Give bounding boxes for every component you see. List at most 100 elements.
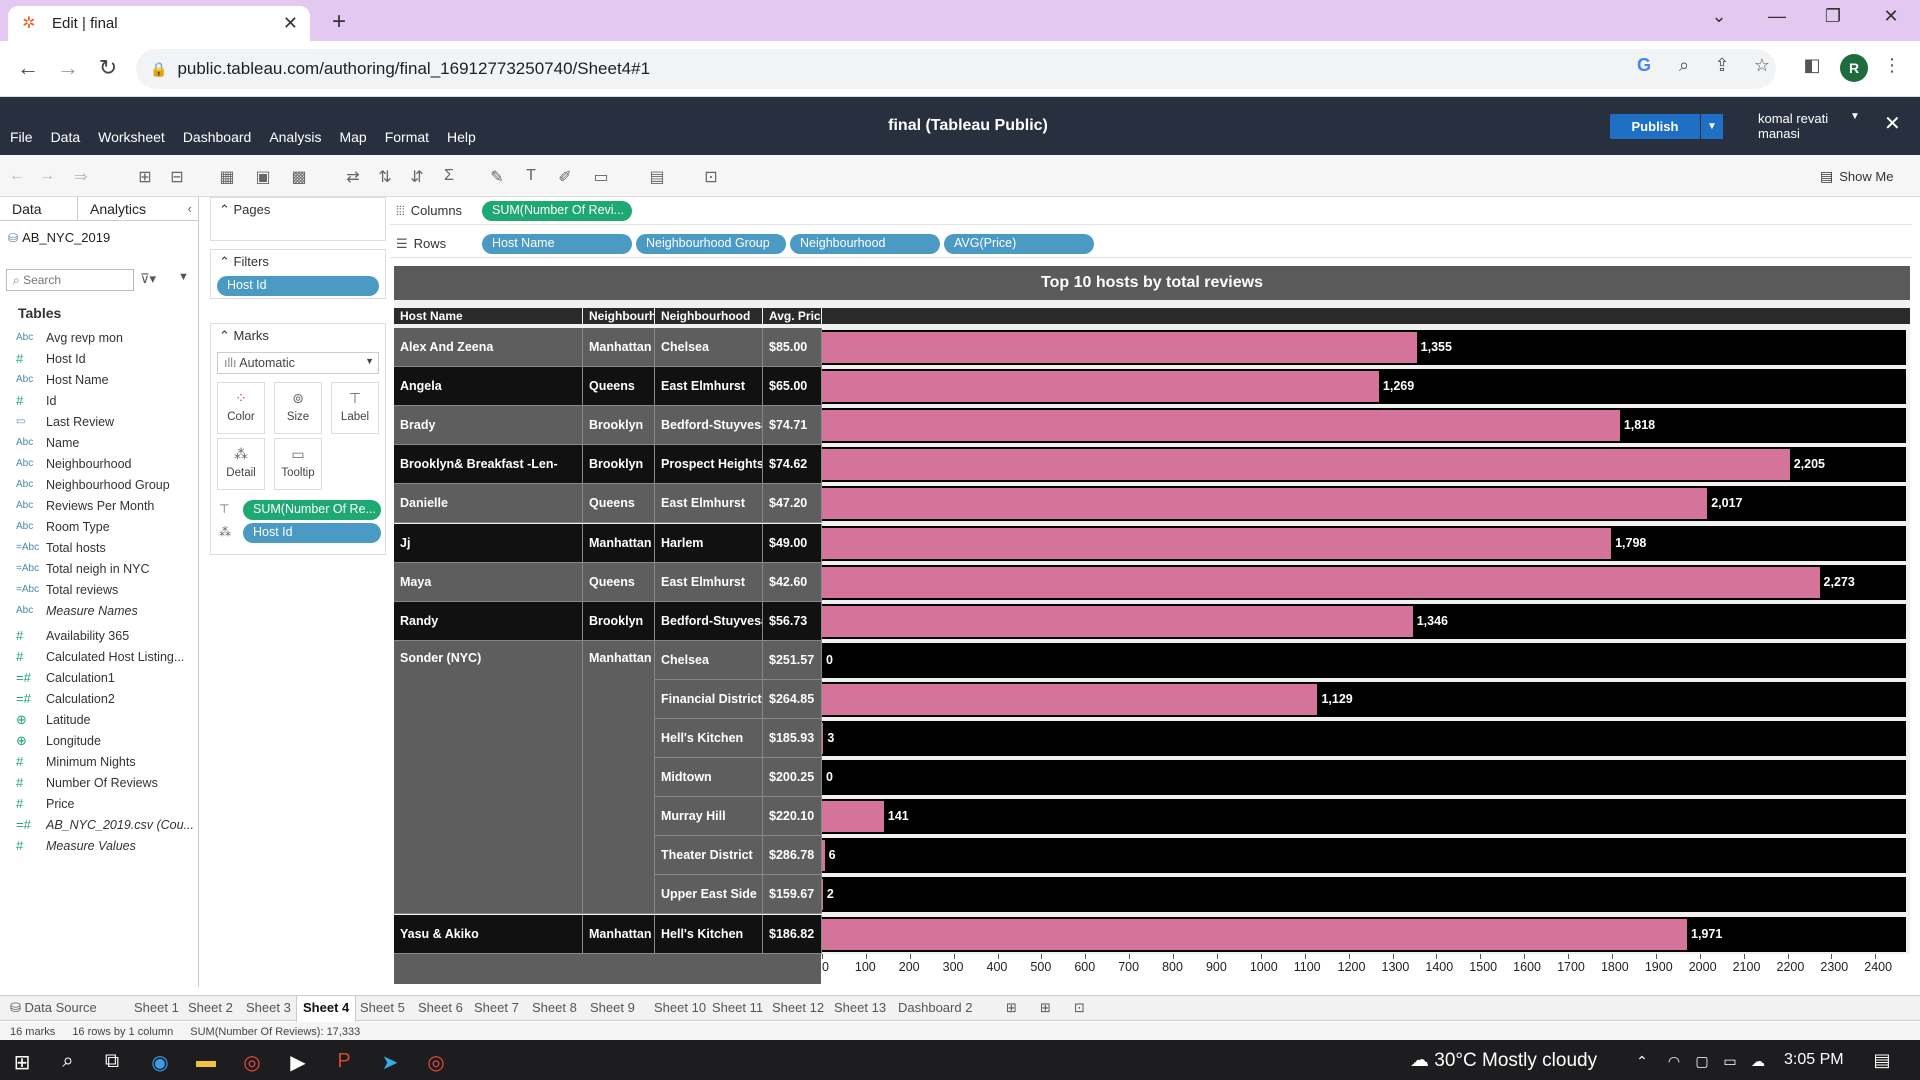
sheet-tab[interactable]: Sheet 1 [134,1000,179,1015]
powerpoint-icon[interactable]: P [330,1050,358,1073]
field-item[interactable]: =Abc Total hosts [16,537,196,558]
filter-pill-host-id[interactable]: Host Id [217,276,379,296]
mark-type-select[interactable]: ıllı Automatic ▼ [217,352,379,374]
sheet-tab[interactable]: Sheet 4 [296,996,357,1022]
format-icon[interactable]: ✐ [554,167,576,187]
field-item[interactable]: =Abc Total reviews [16,579,196,600]
minimize-icon[interactable]: — [1762,6,1792,27]
field-item[interactable]: Abc Neighbourhood [16,453,196,474]
neighbourhood-group-cell[interactable]: Queens [583,562,655,602]
neighbourhood-cell[interactable]: Bedford-Stuyvesant [655,601,763,641]
neighbourhood-cell[interactable]: Chelsea [655,328,763,368]
bar-mark[interactable] [822,723,824,755]
neighbourhood-cell[interactable]: Harlem [655,523,763,563]
field-item[interactable]: =# AB_NYC_2019.csv (Cou... [16,814,196,835]
presentation-icon[interactable]: ⊡ [700,167,722,187]
avg-price-cell[interactable]: $251.57 [763,640,822,680]
neighbourhood-group-cell[interactable]: Queens [583,367,655,407]
bar-mark[interactable] [822,918,1687,950]
highlight-icon[interactable]: ✎ [486,167,508,187]
taskbar-search-icon[interactable]: ⌕ [54,1050,82,1073]
neighbourhood-group-cell[interactable]: Brooklyn [583,406,655,446]
bookmark-star-icon[interactable]: ☆ [1750,55,1774,76]
reload-icon[interactable]: ↻ [94,55,122,81]
rows-shelf[interactable]: ☰ Rows Host Name Neighbourhood Group Neig… [390,230,1912,258]
sidepanel-icon[interactable]: ◧ [1800,55,1824,76]
sheet-tab[interactable]: Sheet 5 [360,1000,405,1015]
tab-search-icon[interactable]: ⌄ [1704,6,1734,27]
collapse-pane-icon[interactable]: ‹ [188,201,192,216]
avg-price-cell[interactable]: $85.00 [763,328,822,368]
bar-mark[interactable] [822,410,1620,442]
task-view-icon[interactable]: ⧉ [98,1050,126,1073]
neighbourhood-group-cell[interactable]: Queens [583,484,655,524]
back-icon[interactable]: ← [14,55,42,81]
browser-menu-icon[interactable]: ⋮ [1880,55,1904,76]
bar-mark[interactable] [822,605,1413,637]
undo-icon[interactable]: ← [6,167,28,185]
telegram-icon[interactable]: ➤ [376,1050,404,1075]
header-avg-price[interactable]: Avg. Price [763,308,821,324]
redo-icon[interactable]: → [36,167,58,185]
filter-fields-icon[interactable]: ⊽▾ [140,271,156,287]
field-item[interactable]: # Availability 365 [16,625,196,646]
mark-pill-sum-reviews[interactable]: SUM(Number Of Re... [243,500,381,520]
bar-mark[interactable] [822,801,884,833]
totals-icon[interactable]: Σ [438,167,460,185]
field-item[interactable]: Abc Room Type [16,516,196,537]
data-pane-menu-icon[interactable]: ▼ [178,271,189,283]
viz-area[interactable]: Top 10 hosts by total reviews Host Name … [394,266,1910,984]
host-name-cell[interactable]: Maya [394,562,583,602]
sheet-tab[interactable]: Sheet 10 [654,1000,706,1015]
tab-data[interactable]: Data [0,197,78,220]
neighbourhood-group-cell[interactable]: Brooklyn [583,445,655,485]
avg-price-cell[interactable]: $264.85 [763,679,822,719]
host-name-cell[interactable]: Angela [394,367,583,407]
row-pill-neighbourhood[interactable]: Neighbourhood [790,234,940,254]
header-neighbourhood-group[interactable]: Neighbourho.. [583,308,654,324]
neighbourhood-cell[interactable]: East Elmhurst [655,562,763,602]
avg-price-cell[interactable]: $185.93 [763,719,822,759]
sheet-tab[interactable]: Sheet 2 [188,1000,233,1015]
mark-pill-host-id[interactable]: Host Id [243,523,381,543]
field-item[interactable]: Abc Reviews Per Month [16,495,196,516]
data-source-tab[interactable]: ⛁ Data Source [10,1000,97,1016]
host-name-cell[interactable]: Yasu & Akiko [394,914,583,954]
field-item[interactable]: ▭ Last Review [16,411,196,432]
new-story-tab-icon[interactable]: ⊡ [1074,1000,1085,1016]
browser-tab[interactable]: ✲ Edit | final ✕ [8,6,310,41]
sheet-tab[interactable]: Sheet 6 [418,1000,463,1015]
host-name-cell[interactable]: Alex And Zeena [394,328,583,368]
avg-price-cell[interactable]: $159.67 [763,875,822,915]
host-name-cell[interactable]: Jj [394,523,583,563]
avg-price-cell[interactable]: $200.25 [763,758,822,798]
header-neighbourhood[interactable]: Neighbourhood [655,308,762,324]
neighbourhood-group-cell[interactable]: Manhattan [583,523,655,563]
host-name-cell[interactable]: Brady [394,406,583,446]
restore-icon[interactable]: ❐ [1818,6,1848,27]
bar-mark[interactable] [822,879,823,911]
neighbourhood-group-cell[interactable]: Manhattan [583,328,655,368]
bar-mark[interactable] [822,332,1417,364]
clock[interactable]: 3:05 PM [1784,1051,1844,1069]
avg-price-cell[interactable]: $74.71 [763,406,822,446]
notifications-icon[interactable]: ▤ [1868,1050,1896,1071]
avg-price-cell[interactable]: $42.60 [763,562,822,602]
chrome-icon[interactable]: ◎ [238,1050,266,1075]
field-item[interactable]: Abc Avg revp mon [16,327,196,348]
battery-icon[interactable]: ▭ [1716,1053,1744,1070]
avg-price-cell[interactable]: $220.10 [763,797,822,837]
forward-icon[interactable]: → [54,55,82,81]
bar-mark[interactable] [822,527,1612,559]
new-worksheet-icon[interactable]: ▦ [216,167,238,187]
close-tab-icon[interactable]: ✕ [283,13,298,34]
field-search-input[interactable]: ⌕ Search [6,269,134,291]
sort-ascending-icon[interactable]: ⇅ [374,167,396,187]
size-button[interactable]: ⊚ Size [274,382,322,434]
close-editor-icon[interactable]: ✕ [1884,111,1901,136]
sheet-tab[interactable]: Sheet 7 [474,1000,519,1015]
bar-mark[interactable] [822,566,1820,598]
avg-price-cell[interactable]: $186.82 [763,914,822,954]
replay-icon[interactable]: ⇒ [70,167,92,187]
neighbourhood-cell[interactable]: Midtown [655,758,763,798]
